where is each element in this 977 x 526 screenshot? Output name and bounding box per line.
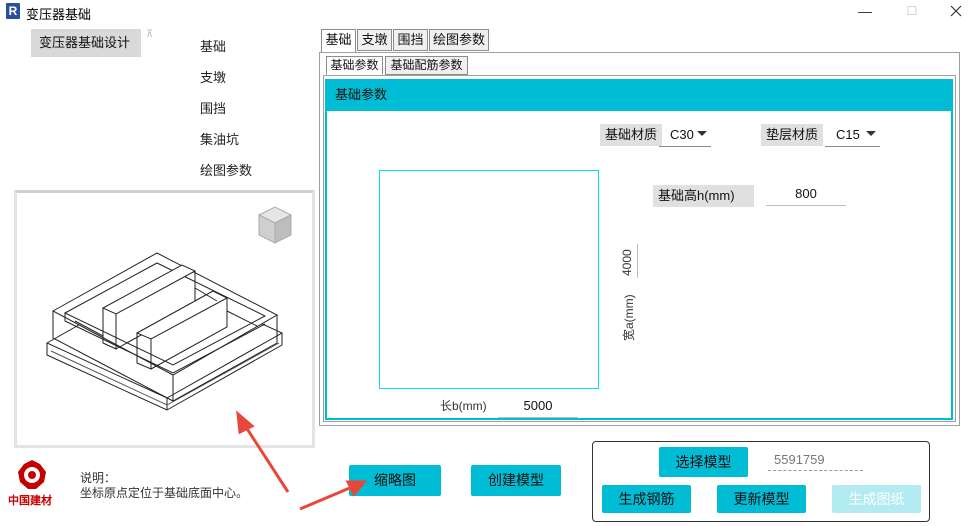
title-bar: R 变压器基础 — ☐ bbox=[0, 0, 977, 24]
cushion-select-value: C15 bbox=[836, 127, 860, 142]
material-select[interactable]: C30 bbox=[659, 123, 711, 147]
foundation-3d-preview bbox=[45, 206, 293, 411]
close-button[interactable] bbox=[941, 2, 971, 20]
sidebar-item-pier[interactable]: 支墩 bbox=[200, 67, 226, 86]
sidebar-item-drawing-params[interactable]: 绘图参数 bbox=[200, 160, 252, 179]
generate-rebar-button[interactable]: 生成钢筋 bbox=[602, 485, 691, 513]
tab-drawing-params[interactable]: 绘图参数 bbox=[429, 29, 489, 51]
cnbm-logo-text: 中国建材 bbox=[8, 495, 52, 507]
material-label: 基础材质 bbox=[600, 124, 663, 146]
height-input[interactable]: 800 bbox=[766, 182, 846, 206]
sidebar-item-oil-pit[interactable]: 集油坑 bbox=[200, 129, 239, 148]
tab-pier[interactable]: 支墩 bbox=[357, 29, 392, 51]
length-label: 长b(mm) bbox=[440, 399, 487, 413]
cushion-material-label: 垫层材质 bbox=[761, 124, 824, 146]
tab-enclosure[interactable]: 围挡 bbox=[393, 29, 428, 51]
close-icon bbox=[950, 5, 962, 17]
foundation-plan-rectangle bbox=[379, 170, 599, 389]
cnbm-logo-icon bbox=[18, 460, 46, 489]
model-id-field[interactable]: 5591759 bbox=[768, 449, 863, 471]
generate-drawing-button: 生成图纸 bbox=[832, 485, 921, 513]
sidebar-item-foundation[interactable]: 基础 bbox=[200, 36, 226, 55]
pin-icon[interactable]: ⊼ bbox=[146, 29, 158, 41]
model-preview-viewport[interactable] bbox=[14, 190, 315, 448]
subtab-foundation-params[interactable]: 基础参数 bbox=[326, 56, 383, 75]
height-label: 基础高h(mm) bbox=[653, 185, 754, 207]
length-input[interactable]: 5000 bbox=[498, 394, 578, 418]
width-field-underline bbox=[637, 244, 638, 278]
select-model-button[interactable]: 选择模型 bbox=[659, 447, 748, 477]
create-model-button[interactable]: 创建模型 bbox=[471, 465, 561, 496]
maximize-button[interactable]: ☐ bbox=[897, 2, 927, 20]
params-group-header: 基础参数 bbox=[325, 79, 953, 111]
tab-foundation[interactable]: 基础 bbox=[321, 29, 356, 53]
thumbnail-button[interactable]: 缩略图 bbox=[349, 465, 441, 496]
window-title: 变压器基础 bbox=[26, 7, 92, 22]
description-title: 说明： bbox=[80, 471, 117, 485]
view-cube-icon[interactable] bbox=[257, 206, 293, 244]
description-body: 坐标原点定位于基础底面中心。 bbox=[80, 486, 249, 500]
minimize-button[interactable]: — bbox=[850, 2, 880, 20]
material-select-value: C30 bbox=[670, 127, 694, 142]
sidebar-item-enclosure[interactable]: 围挡 bbox=[200, 98, 226, 117]
revit-app-icon: R bbox=[6, 3, 20, 19]
chevron-down-icon bbox=[866, 131, 876, 136]
width-label: 宽a(mm) bbox=[622, 294, 636, 341]
update-model-button[interactable]: 更新模型 bbox=[717, 485, 806, 513]
subtab-rebar-params[interactable]: 基础配筋参数 bbox=[385, 56, 468, 75]
cushion-material-select[interactable]: C15 bbox=[825, 123, 880, 147]
width-value-field[interactable]: 4000 bbox=[620, 249, 634, 276]
description-text: 说明： 坐标原点定位于基础底面中心。 bbox=[80, 471, 248, 501]
nav-transformer-foundation-design[interactable]: 变压器基础设计 bbox=[31, 29, 141, 57]
chevron-down-icon bbox=[697, 131, 707, 136]
